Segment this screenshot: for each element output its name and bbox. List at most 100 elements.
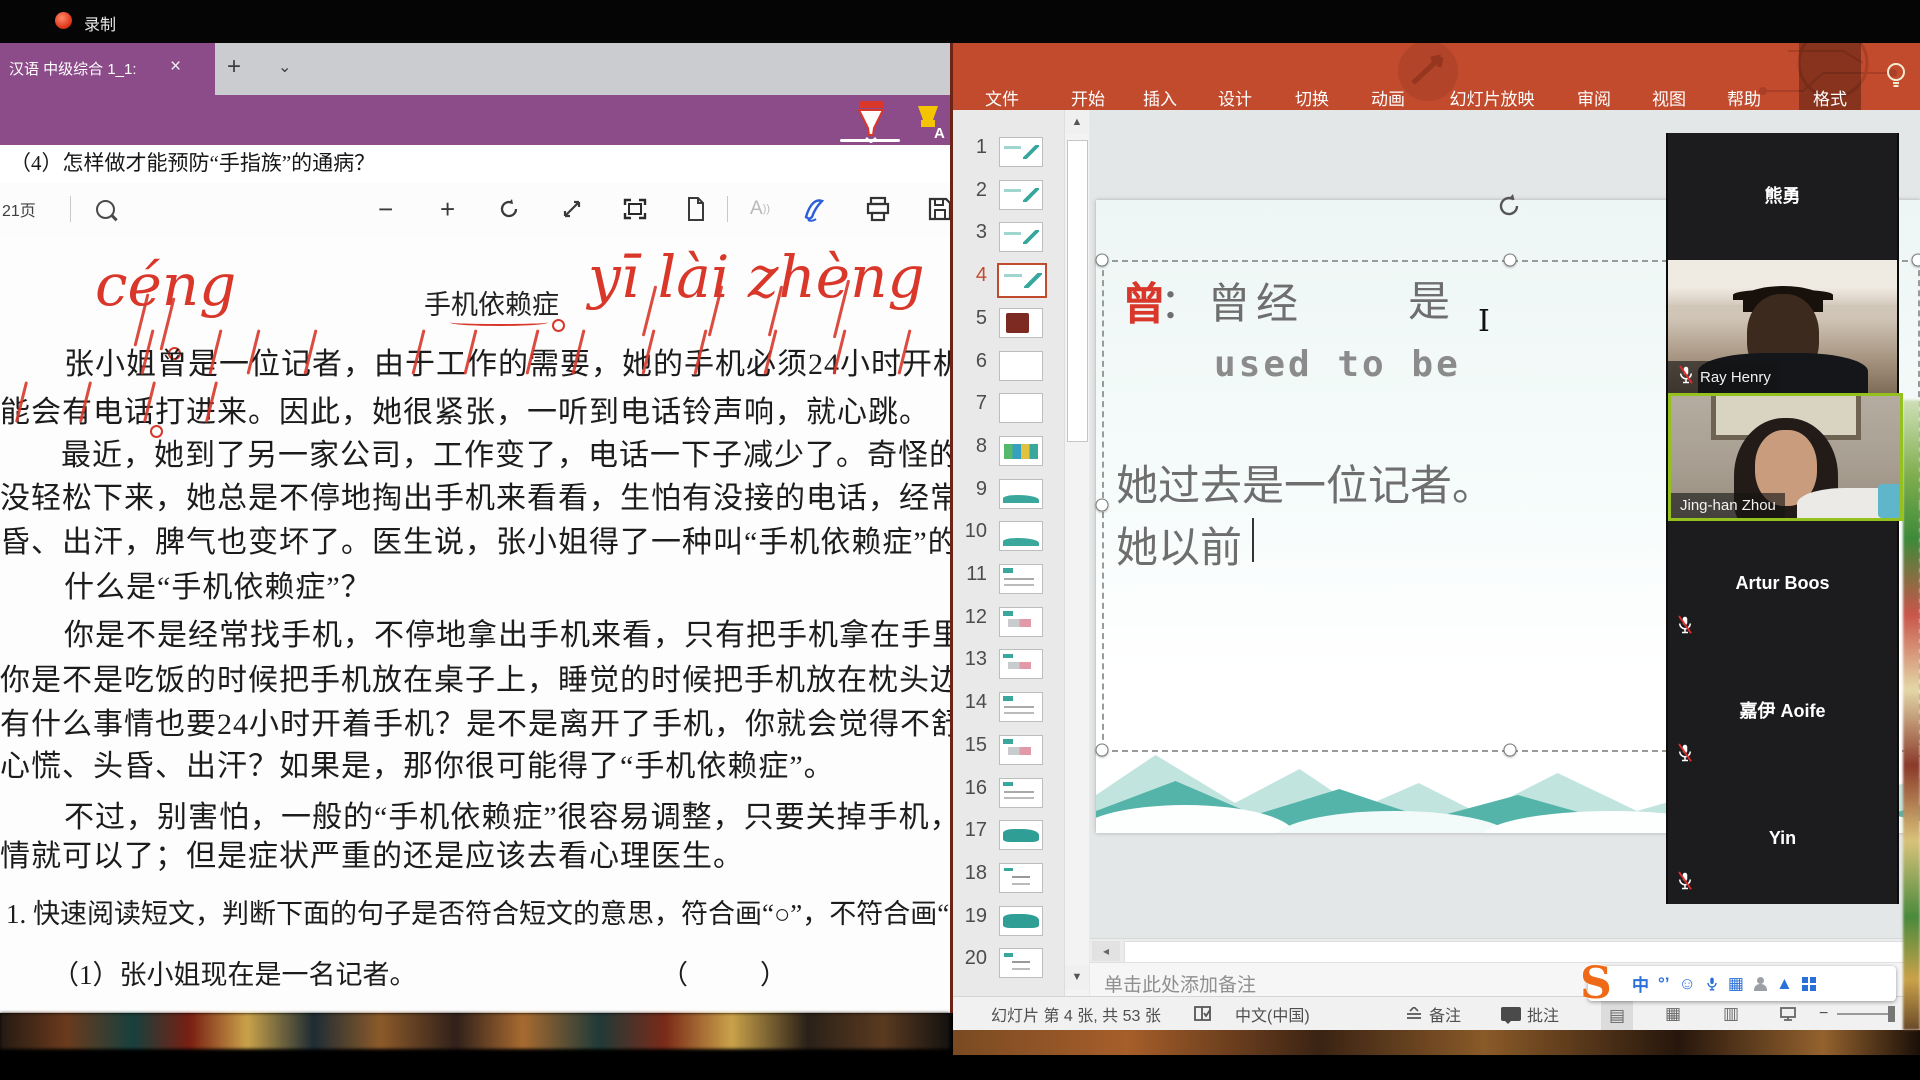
text-highlight-tool-icon[interactable]: A <box>912 103 948 141</box>
slideshow-view-button[interactable] <box>1779 997 1797 1031</box>
zoom-slider-thumb[interactable] <box>1888 997 1895 1031</box>
thumbnail-scrollbar[interactable]: ▲ ▼ <box>1064 110 1089 996</box>
slide-horizontal-scrollbar[interactable]: ◂ <box>1090 938 1920 963</box>
slide-thumbnail-row[interactable]: 18 <box>953 860 1064 900</box>
thumbnail-preview[interactable] <box>999 778 1043 808</box>
ribbon-tab-4[interactable]: 设计 <box>1218 43 1252 110</box>
ime-mic-icon[interactable] <box>1705 976 1719 992</box>
ribbon-tab-7[interactable]: 幻灯片放映 <box>1450 43 1535 110</box>
ribbon-tab-8[interactable]: 审阅 <box>1577 43 1611 110</box>
slide-sorter-view-button[interactable]: ▦ <box>1665 997 1681 1031</box>
zoom-slider[interactable] <box>1837 997 1893 1031</box>
slide-thumbnail-row[interactable]: 5 <box>953 305 1064 345</box>
notes-toggle-button[interactable]: 备注 <box>1405 997 1461 1031</box>
thumbnail-preview[interactable] <box>999 393 1043 423</box>
thumbnail-preview[interactable] <box>999 692 1043 722</box>
thumbnail-preview[interactable] <box>999 180 1043 210</box>
selection-handle[interactable] <box>1096 499 1109 512</box>
thumbnail-preview[interactable] <box>999 820 1043 850</box>
slide-thumbnail-row[interactable]: 15 <box>953 732 1064 772</box>
ime-account-icon[interactable] <box>1753 977 1767 991</box>
sogou-logo-icon[interactable]: S <box>1580 958 1612 1009</box>
print-icon[interactable] <box>864 183 892 235</box>
scroll-left-icon[interactable]: ◂ <box>1092 941 1120 961</box>
tab-close-icon[interactable]: × <box>170 56 181 78</box>
tab-list-chevron-icon[interactable]: ⌄ <box>278 57 291 77</box>
thumbnail-preview[interactable] <box>999 564 1043 594</box>
slide-thumbnail-row[interactable]: 19 <box>953 903 1064 943</box>
language-status[interactable]: 中文(中国) <box>1235 997 1310 1031</box>
read-aloud-icon[interactable]: A)) <box>750 183 770 235</box>
red-pen-tool-icon[interactable] <box>852 99 890 143</box>
scrollbar-thumb[interactable] <box>1067 140 1088 442</box>
slide-thumbnail-row[interactable]: 12 <box>953 604 1064 644</box>
thumbnail-preview[interactable] <box>999 863 1043 893</box>
scroll-up-icon[interactable]: ▲ <box>1065 110 1089 134</box>
comments-toggle-button[interactable]: 批注 <box>1501 997 1559 1031</box>
thumbnail-preview[interactable] <box>999 607 1043 637</box>
fit-width-icon[interactable] <box>560 183 584 235</box>
ribbon-tab-6[interactable]: 动画 <box>1371 43 1405 110</box>
slide-thumbnail-row[interactable]: 13 <box>953 646 1064 686</box>
selection-handle[interactable] <box>1096 254 1109 267</box>
ribbon-tab-11[interactable]: 格式 <box>1799 43 1861 110</box>
participant-tile[interactable]: Yin <box>1668 776 1897 904</box>
thumbnail-preview[interactable] <box>997 263 1047 298</box>
thumbnail-preview[interactable] <box>999 479 1043 509</box>
participant-tile[interactable]: Artur Boos <box>1668 521 1897 648</box>
slide-thumbnail-row[interactable]: 11 <box>953 561 1064 601</box>
participant-tile[interactable]: Ray Henry <box>1668 260 1897 393</box>
ime-toolbar[interactable]: S 中 °’ ☺ ▦ ▲ <box>1588 966 1896 1001</box>
ime-emoji-icon[interactable]: ☺ <box>1679 974 1696 994</box>
thumbnail-preview[interactable] <box>999 948 1043 978</box>
ime-toolbox-icon[interactable] <box>1802 977 1816 991</box>
ribbon-tab-9[interactable]: 视图 <box>1652 43 1686 110</box>
selection-handle[interactable] <box>1504 744 1517 757</box>
new-tab-button[interactable]: + <box>227 53 241 81</box>
ribbon-tab-10[interactable]: 帮助 <box>1727 43 1761 110</box>
slide-thumbnail-row[interactable]: 8 <box>953 433 1064 473</box>
scroll-down-icon[interactable]: ▼ <box>1065 965 1089 989</box>
slide-thumbnail-row[interactable]: 6 <box>953 348 1064 388</box>
ime-keyboard-icon[interactable]: ▦ <box>1728 974 1744 994</box>
participant-tile[interactable]: 嘉伊 Aoife <box>1668 648 1897 776</box>
participant-tile[interactable]: 熊勇 <box>1668 133 1897 260</box>
participant-tile[interactable]: Jing-han Zhou <box>1668 393 1903 521</box>
zoom-in-button[interactable]: + <box>440 183 455 235</box>
zoom-out-button[interactable]: − <box>378 183 393 235</box>
slide-thumbnail-row[interactable]: 3 <box>953 219 1064 259</box>
thumbnail-preview[interactable] <box>999 521 1043 551</box>
slide-thumbnail-row[interactable]: 1 <box>953 134 1064 174</box>
thumbnail-preview[interactable] <box>999 308 1043 338</box>
slide-thumbnail-row[interactable]: 7 <box>953 390 1064 430</box>
slide-thumbnail-row[interactable]: 20 <box>953 945 1064 985</box>
thumbnail-preview[interactable] <box>999 137 1043 167</box>
selection-handle[interactable] <box>1504 254 1517 267</box>
draw-pen-icon[interactable] <box>800 183 828 235</box>
tell-me-lightbulb-icon[interactable] <box>1885 61 1907 91</box>
ime-punctuation-icon[interactable]: °’ <box>1658 974 1670 994</box>
ribbon-tab-5[interactable]: 切换 <box>1295 43 1329 110</box>
slide-thumbnail-row[interactable]: 10 <box>953 518 1064 558</box>
notes-placeholder[interactable]: 单击此处添加备注 <box>1104 970 1256 997</box>
browser-tab[interactable]: 汉语 中级综合 1_1: × <box>0 43 215 95</box>
rotate-handle-icon[interactable] <box>1496 192 1524 220</box>
ribbon-tab-1[interactable]: 文件 <box>985 43 1019 110</box>
search-icon[interactable] <box>96 183 115 235</box>
slide-thumbnail-row[interactable]: 9 <box>953 476 1064 516</box>
thumbnail-preview[interactable] <box>999 436 1043 466</box>
ribbon-tab-3[interactable]: 插入 <box>1143 43 1177 110</box>
ime-chinese-mode-icon[interactable]: 中 <box>1632 971 1649 996</box>
slide-thumbnail-row[interactable]: 2 <box>953 177 1064 217</box>
thumbnail-preview[interactable] <box>999 735 1043 765</box>
slide-thumbnail-row[interactable]: 4 <box>953 262 1064 302</box>
selection-handle[interactable] <box>1912 254 1920 267</box>
scrollbar-track[interactable] <box>1124 941 1916 963</box>
thumbnail-preview[interactable] <box>999 351 1043 381</box>
zoom-out-button[interactable]: − <box>1819 997 1828 1031</box>
page-view-icon[interactable] <box>685 183 707 235</box>
reading-view-button[interactable]: ▥ <box>1723 997 1739 1031</box>
rotate-icon[interactable] <box>498 183 522 235</box>
thumbnail-preview[interactable] <box>999 222 1043 252</box>
slide-thumbnail-row[interactable]: 17 <box>953 817 1064 857</box>
